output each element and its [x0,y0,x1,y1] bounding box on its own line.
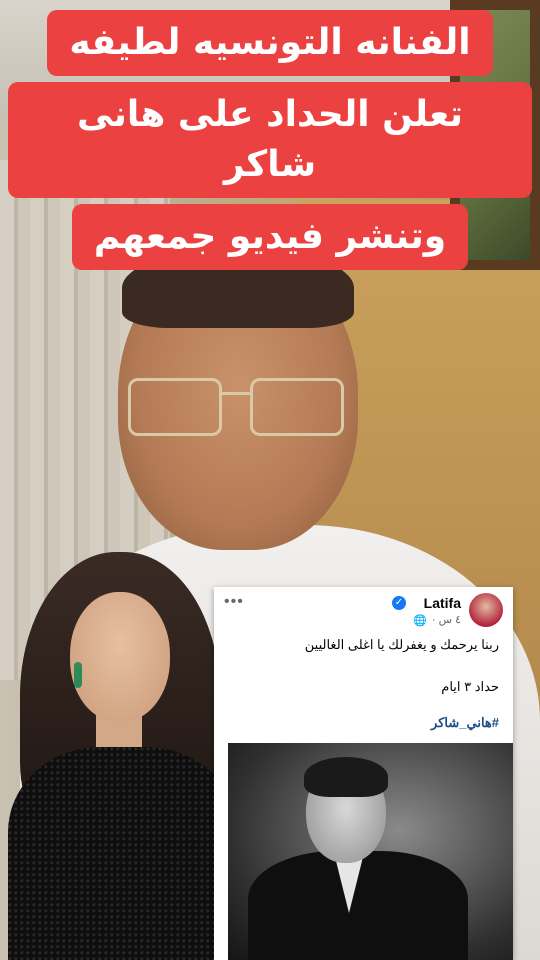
headline-line-2: تعلن الحداد على هانى شاكر [8,82,532,198]
post-body: ربنا يرحمك و يغفرلك يا اغلى الغاليين حدا… [214,631,513,733]
hani-hair [304,757,388,797]
headline-overlay: الفنانه التونسيه لطيفه تعلن الحداد على ه… [0,10,540,276]
post-photo[interactable] [228,743,513,960]
post-hashtag[interactable]: #هاني_شاكر [228,713,499,733]
headline-line-3: وتنشر فيديو جمعهم [71,204,469,270]
verified-badge-icon: ✓ [392,596,406,610]
author-name[interactable]: Latifa [424,595,461,611]
latifa-dress [8,747,238,960]
post-header: Latifa ✓ ٤ س · 🌐 ••• [214,587,513,631]
globe-icon: 🌐 [413,615,427,627]
glasses-icon [128,378,348,440]
earring-icon [74,662,82,688]
headline-line-1: الفنانه التونسيه لطيفه [47,10,493,76]
post-text-line-1: ربنا يرحمك و يغفرلك يا اغلى الغاليين [304,637,499,652]
latifa-face [70,592,170,722]
post-text-line-2: حداد ٣ ايام [441,679,499,694]
post-time[interactable]: ٤ س · [432,613,461,626]
facebook-post-card[interactable]: Latifa ✓ ٤ س · 🌐 ••• ربنا يرحمك و يغفرلك… [214,587,513,960]
more-dots-icon[interactable]: ••• [224,593,244,611]
author-avatar[interactable] [469,593,503,627]
